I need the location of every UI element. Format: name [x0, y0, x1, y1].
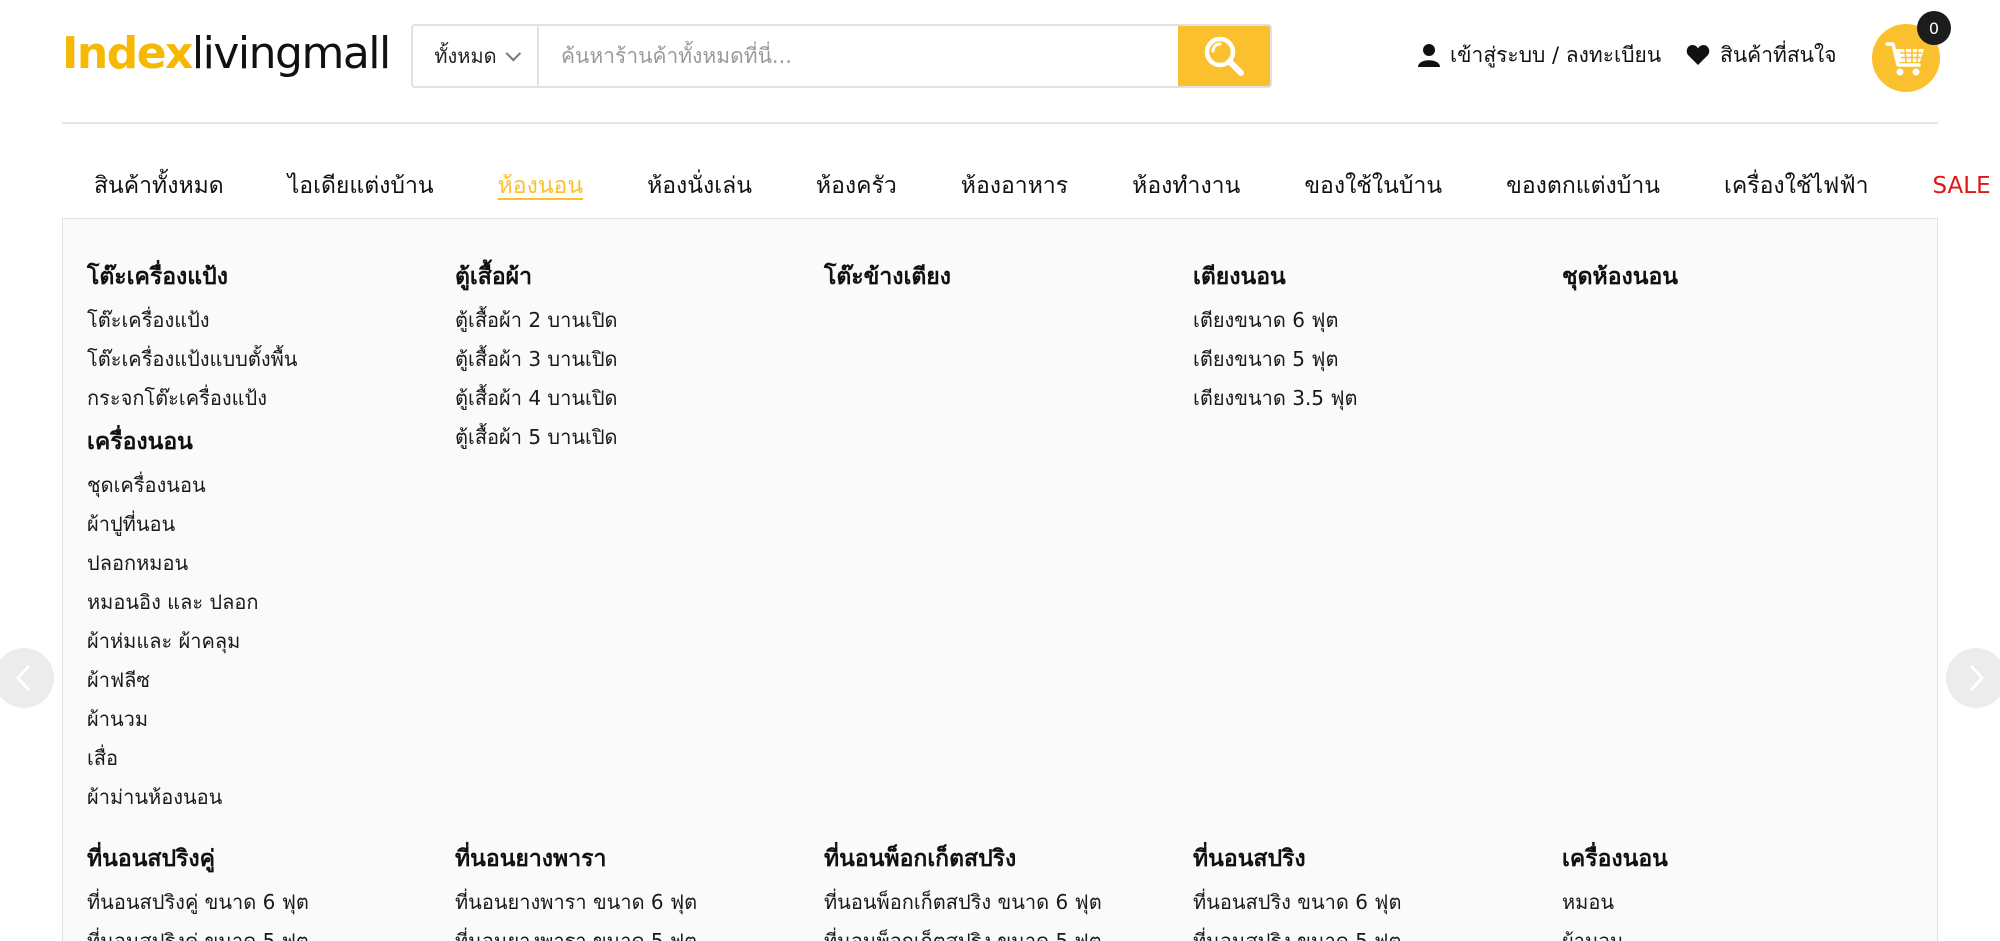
nav-item-home-ideas[interactable]: ไอเดียแต่งบ้าน: [256, 168, 466, 204]
chevron-down-icon: [505, 45, 521, 61]
mega-column-3: โต๊ะข้างเตียง: [824, 253, 1184, 301]
nav-item-bedroom[interactable]: ห้องนอน: [466, 168, 615, 204]
cart-icon: [1885, 42, 1924, 76]
wishlist-label: สินค้าที่สนใจ: [1720, 42, 1837, 67]
category-heading[interactable]: โต๊ะเครื่องแป้ง: [87, 253, 447, 301]
category-heading[interactable]: ที่นอนสปริงคู่: [87, 835, 447, 883]
category-heading[interactable]: โต๊ะข้างเตียง: [824, 253, 1184, 301]
category-link[interactable]: ที่นอนยางพารา ขนาด 6 ฟุต: [455, 883, 815, 922]
nav-item-home-decor[interactable]: ของตกแต่งบ้าน: [1474, 168, 1692, 204]
wishlist-link[interactable]: สินค้าที่สนใจ: [1686, 38, 1837, 72]
category-link[interactable]: ผ้าฟลีซ: [87, 661, 447, 700]
search-category-select[interactable]: ทั้งหมด: [413, 26, 539, 86]
cart-count-badge: 0: [1917, 11, 1951, 45]
category-link[interactable]: ชุดเครื่องนอน: [87, 466, 447, 505]
nav-item-living-room[interactable]: ห้องนั่งเล่น: [615, 168, 784, 204]
search-icon: [1204, 36, 1244, 76]
mega-column-5: ชุดห้องนอน: [1562, 253, 1922, 301]
mega-row2-column-1: ที่นอนสปริงคู่ ที่นอนสปริงคู่ ขนาด 6 ฟุต…: [87, 835, 447, 941]
category-link[interactable]: เตียงขนาด 6 ฟุต: [1193, 301, 1553, 340]
mega-menu-bedroom: โต๊ะเครื่องแป้ง โต๊ะเครื่องแป้ง โต๊ะเครื…: [62, 218, 1938, 941]
mega-row2-column-5: เครื่องนอน หมอน ผ้านวม: [1562, 835, 1922, 941]
category-link[interactable]: หมอนอิง และ ปลอก: [87, 583, 447, 622]
chevron-right-icon: [1970, 665, 1984, 691]
carousel-next-button[interactable]: [1946, 648, 2000, 708]
user-icon: [1418, 44, 1440, 67]
category-link[interactable]: ผ้าม่านห้องนอน: [87, 778, 447, 817]
category-link[interactable]: ผ้านวม: [1562, 922, 1922, 941]
heart-icon: [1686, 45, 1710, 65]
logo-rest: livingmall: [191, 28, 391, 79]
category-link[interactable]: เตียงขนาด 3.5 ฟุต: [1193, 379, 1553, 418]
search-input[interactable]: [539, 26, 1178, 86]
category-link[interactable]: ที่นอนสปริง ขนาด 5 ฟุต: [1193, 922, 1553, 941]
mega-column-2: ตู้เสื้อผ้า ตู้เสื้อผ้า 2 บานเปิด ตู้เสื…: [455, 253, 815, 457]
category-link[interactable]: ที่นอนสปริง ขนาด 6 ฟุต: [1193, 883, 1553, 922]
site-logo[interactable]: Indexlivingmall: [62, 22, 391, 86]
category-link[interactable]: ที่นอนสปริงคู่ ขนาด 6 ฟุต: [87, 883, 447, 922]
category-link[interactable]: หมอน: [1562, 883, 1922, 922]
header-divider: [62, 122, 1938, 124]
category-link[interactable]: ปลอกหมอน: [87, 544, 447, 583]
category-heading[interactable]: ชุดห้องนอน: [1562, 253, 1922, 301]
category-link[interactable]: เตียงขนาด 5 ฟุต: [1193, 340, 1553, 379]
category-link[interactable]: ผ้านวม: [87, 700, 447, 739]
category-link[interactable]: ตู้เสื้อผ้า 5 บานเปิด: [455, 418, 815, 457]
login-register-link[interactable]: เข้าสู่ระบบ / ลงทะเบียน: [1418, 38, 1661, 72]
category-link[interactable]: ผ้าห่มและ ผ้าคลุม: [87, 622, 447, 661]
mega-row2-column-3: ที่นอนพ็อกเก็ตสปริง ที่นอนพ็อกเก็ตสปริง …: [824, 835, 1184, 941]
nav-item-household[interactable]: ของใช้ในบ้าน: [1272, 168, 1474, 204]
nav-item-dining-room[interactable]: ห้องอาหาร: [929, 168, 1100, 204]
account-label: เข้าสู่ระบบ / ลงทะเบียน: [1450, 42, 1662, 67]
logo-brand: Index: [62, 28, 193, 79]
category-link[interactable]: ที่นอนยางพารา ขนาด 5 ฟุต: [455, 922, 815, 941]
category-link[interactable]: ตู้เสื้อผ้า 2 บานเปิด: [455, 301, 815, 340]
category-heading[interactable]: เครื่องนอน: [1562, 835, 1922, 883]
category-link[interactable]: เสื่อ: [87, 739, 447, 778]
category-link[interactable]: ที่นอนสปริงคู่ ขนาด 5 ฟุต: [87, 922, 447, 941]
category-heading[interactable]: เครื่องนอน: [87, 418, 447, 466]
mega-column-4: เตียงนอน เตียงขนาด 6 ฟุต เตียงขนาด 5 ฟุต…: [1193, 253, 1553, 418]
category-link[interactable]: ผ้าปูที่นอน: [87, 505, 447, 544]
category-link[interactable]: กระจกโต๊ะเครื่องแป้ง: [87, 379, 447, 418]
category-heading[interactable]: ที่นอนสปริง: [1193, 835, 1553, 883]
mega-row2-column-2: ที่นอนยางพารา ที่นอนยางพารา ขนาด 6 ฟุต ท…: [455, 835, 815, 941]
category-heading[interactable]: ที่นอนยางพารา: [455, 835, 815, 883]
chevron-left-icon: [16, 665, 30, 691]
search-button[interactable]: [1178, 26, 1270, 86]
nav-item-kitchen[interactable]: ห้องครัว: [784, 168, 929, 204]
category-link[interactable]: ตู้เสื้อผ้า 4 บานเปิด: [455, 379, 815, 418]
category-link[interactable]: โต๊ะเครื่องแป้งแบบตั้งพื้น: [87, 340, 447, 379]
category-link[interactable]: โต๊ะเครื่องแป้ง: [87, 301, 447, 340]
nav-item-appliances[interactable]: เครื่องใช้ไฟฟ้า: [1692, 168, 1901, 204]
mega-row2-column-4: ที่นอนสปริง ที่นอนสปริง ขนาด 6 ฟุต ที่นอ…: [1193, 835, 1553, 941]
mega-column-1: โต๊ะเครื่องแป้ง โต๊ะเครื่องแป้ง โต๊ะเครื…: [87, 253, 447, 817]
category-heading[interactable]: ที่นอนพ็อกเก็ตสปริง: [824, 835, 1184, 883]
category-heading[interactable]: เตียงนอน: [1193, 253, 1553, 301]
nav-item-sale[interactable]: SALE: [1901, 173, 2000, 199]
category-link[interactable]: ที่นอนพ็อกเก็ตสปริง ขนาด 5 ฟุต: [824, 922, 1184, 941]
carousel-prev-button[interactable]: [0, 648, 54, 708]
category-link[interactable]: ที่นอนพ็อกเก็ตสปริง ขนาด 6 ฟุต: [824, 883, 1184, 922]
nav-item-workroom[interactable]: ห้องทำงาน: [1100, 168, 1272, 204]
category-link[interactable]: ตู้เสื้อผ้า 3 บานเปิด: [455, 340, 815, 379]
site-header: Indexlivingmall ทั้งหมด เข้าสู่ระบบ / ลง…: [0, 0, 2000, 124]
nav-item-all-products[interactable]: สินค้าทั้งหมด: [62, 168, 256, 204]
main-nav: สินค้าทั้งหมด ไอเดียแต่งบ้าน ห้องนอน ห้อ…: [62, 164, 1991, 208]
search-category-label: ทั้งหมด: [434, 44, 497, 68]
search-bar: ทั้งหมด: [411, 24, 1272, 88]
category-heading[interactable]: ตู้เสื้อผ้า: [455, 253, 815, 301]
